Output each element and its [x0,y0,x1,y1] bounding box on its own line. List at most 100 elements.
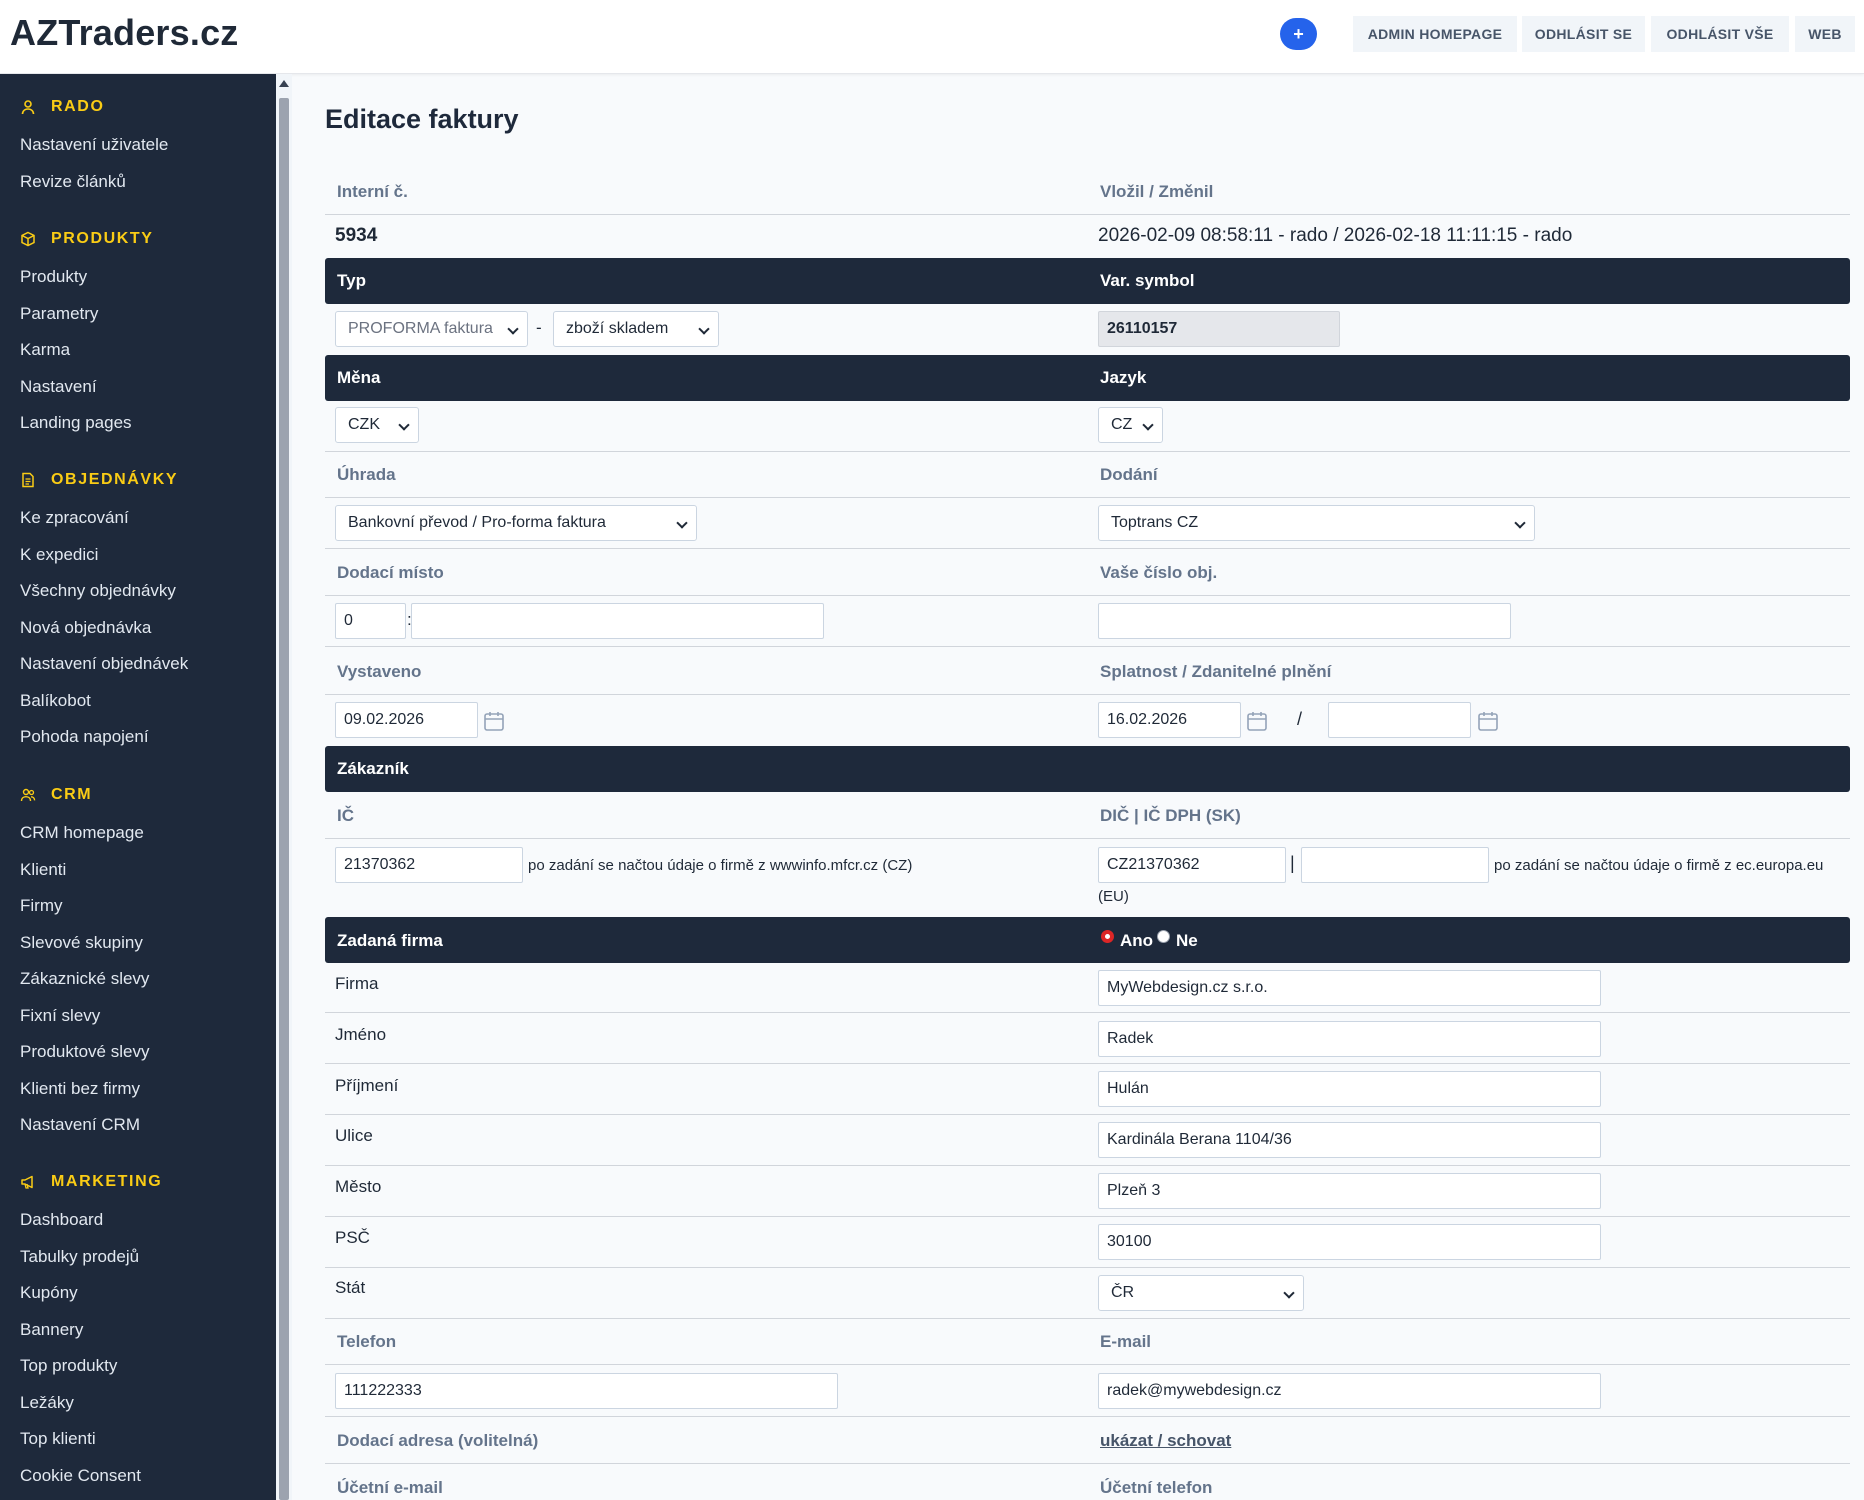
user-icon [21,100,35,115]
mena-select[interactable]: CZK [335,407,419,443]
ic-input[interactable]: 21370362 [335,847,523,883]
vystaveno-label: Vystaveno [337,662,422,681]
zadana-firma-ano-radio[interactable] [1101,930,1114,943]
vlozil-label: Vložil / Změnil [1100,182,1214,201]
vystaveno-date-input[interactable]: 09.02.2026 [335,702,478,738]
calendar-icon[interactable] [483,710,505,732]
typ2-select-value: zboží skladem [566,320,669,337]
ukazat-schovat-link[interactable]: ukázat / schovat [1100,1431,1231,1451]
dic-separator: | [1290,853,1295,873]
sidebar-item-nastaveni-uzivatele[interactable]: Nastavení uživatele [20,135,168,155]
zadana-firma-ne-radio[interactable] [1157,930,1170,943]
sidebar-item-tabulky-prodeju[interactable]: Tabulky prodejů [20,1247,139,1267]
divider [325,1012,1850,1013]
dodaci-misto-text-input[interactable] [411,603,824,639]
add-button[interactable]: + [1280,18,1317,50]
sidebar-item-slevove-skupiny[interactable]: Slevové skupiny [20,933,143,953]
ulice-label: Ulice [335,1126,373,1145]
sidebar-item-dashboard[interactable]: Dashboard [20,1210,103,1230]
sidebar-item-klienti[interactable]: Klienti [20,860,66,880]
psc-input[interactable]: 30100 [1098,1224,1601,1260]
sidebar-item-top-produkty[interactable]: Top produkty [20,1356,117,1376]
sidebar-item-balikobot[interactable]: Balíkobot [20,691,91,711]
typ2-select[interactable]: zboží skladem [553,311,719,347]
jmeno-input[interactable]: Radek [1098,1021,1601,1057]
mesto-input[interactable]: Plzeň 3 [1098,1173,1601,1209]
sidebar-item-zakaznicke-slevy[interactable]: Zákaznické slevy [20,969,149,989]
prijmeni-label: Příjmení [335,1076,399,1095]
firma-input[interactable]: MyWebdesign.cz s.r.o. [1098,970,1601,1006]
sidebar-item-produktove-slevy[interactable]: Produktové slevy [20,1042,149,1062]
firma-label: Firma [335,974,379,993]
zadana-firma-section-bar: Zadaná firma Ano Ne [325,917,1850,963]
admin-homepage-link[interactable]: ADMIN HOMEPAGE [1353,16,1517,52]
dic-hint: po zadání se načtou údaje o firmě z ec.e… [1494,857,1824,874]
sidebar-item-parametry[interactable]: Parametry [20,304,98,324]
sidebar-item-nova-objednavka[interactable]: Nová objednávka [20,618,151,638]
sidebar-item-top-klienti[interactable]: Top klienti [20,1429,96,1449]
sidebar-item-landing-pages[interactable]: Landing pages [20,413,132,433]
logout-all-link[interactable]: ODHLÁSIT VŠE [1651,16,1789,52]
vlozil-value: 2026-02-09 08:58:11 - rado / 2026-02-18 … [1098,225,1573,246]
stat-select[interactable]: ČR [1098,1275,1304,1311]
prijmeni-input[interactable]: Hulán [1098,1071,1601,1107]
email-input[interactable]: radek@mywebdesign.cz [1098,1373,1601,1409]
uhrada-select[interactable]: Bankovní převod / Pro-forma faktura [335,505,697,541]
jazyk-select[interactable]: CZ [1098,407,1163,443]
chevron-down-icon [398,419,410,431]
calendar-icon[interactable] [1246,710,1268,732]
sidebar-item-firmy[interactable]: Firmy [20,896,62,916]
sidebar-item-bannery[interactable]: Bannery [20,1320,83,1340]
divider [325,1063,1850,1064]
var-symbol-input[interactable]: 26110157 [1098,311,1340,347]
sidebar-section-title: CRM [51,786,93,803]
ic-label: IČ [337,806,354,825]
sidebar-item-cookie-consent[interactable]: Cookie Consent [20,1466,141,1486]
sidebar-item-fixni-slevy[interactable]: Fixní slevy [20,1006,100,1026]
sidebar-item-vsechny-objednavky[interactable]: Všechny objednávky [20,581,176,601]
zdanitelne-date-input[interactable] [1328,702,1471,738]
sidebar-item-nastaveni-objednavek[interactable]: Nastavení objednávek [20,654,188,674]
vase-cislo-input[interactable] [1098,603,1511,639]
mena-section-bar: Měna Jazyk [325,355,1850,401]
sidebar-item-lezaky[interactable]: Ležáky [20,1393,74,1413]
date-separator: / [1297,709,1303,729]
scrollbar-thumb[interactable] [279,98,289,1500]
users-icon [20,788,36,802]
dic-input[interactable]: CZ21370362 [1098,847,1286,883]
sidebar-scrollbar[interactable] [276,74,292,1500]
chevron-down-icon [676,517,688,529]
divider [325,548,1850,549]
logout-link[interactable]: ODHLÁSIT SE [1522,16,1645,52]
web-link[interactable]: WEB [1795,16,1855,52]
sidebar-item-nastaveni[interactable]: Nastavení [20,377,97,397]
chevron-down-icon [1283,1287,1295,1299]
ne-label: Ne [1176,931,1198,950]
dic-label: DIČ | IČ DPH (SK) [1100,806,1241,825]
dodani-select[interactable]: Toptrans CZ [1098,505,1535,541]
site-logo[interactable]: AZTraders.cz [10,12,239,54]
calendar-icon[interactable] [1477,710,1499,732]
stat-select-value: ČR [1111,1284,1135,1301]
typ-select[interactable]: PROFORMA faktura [335,311,528,347]
ulice-input[interactable]: Kardinála Berana 1104/36 [1098,1122,1601,1158]
sidebar-item-crm-homepage[interactable]: CRM homepage [20,823,144,843]
sidebar-item-kupony[interactable]: Kupóny [20,1283,78,1303]
ic-dph-input[interactable] [1301,847,1489,883]
sidebar-section-rado: RADO [20,96,105,118]
telefon-input[interactable]: 111222333 [335,1373,838,1409]
zadana-firma-label: Zadaná firma [337,931,443,950]
sidebar-item-karma[interactable]: Karma [20,340,70,360]
sidebar-item-k-expedici[interactable]: K expedici [20,545,98,565]
splatnost-date-input[interactable]: 16.02.2026 [1098,702,1241,738]
dodaci-misto-code-input[interactable]: 0 [335,603,406,639]
sidebar-item-ke-zpracovani[interactable]: Ke zpracování [20,508,129,528]
sidebar-item-revize-clanku[interactable]: Revize článků [20,172,126,192]
scroll-up-arrow-icon[interactable] [279,80,289,87]
zakaznik-label: Zákazník [337,759,409,778]
chevron-down-icon [698,323,710,335]
sidebar-item-nastaveni-crm[interactable]: Nastavení CRM [20,1115,140,1135]
sidebar-item-klienti-bez-firmy[interactable]: Klienti bez firmy [20,1079,140,1099]
sidebar-item-pohoda-napojeni[interactable]: Pohoda napojení [20,727,149,747]
sidebar-item-produkty[interactable]: Produkty [20,267,87,287]
